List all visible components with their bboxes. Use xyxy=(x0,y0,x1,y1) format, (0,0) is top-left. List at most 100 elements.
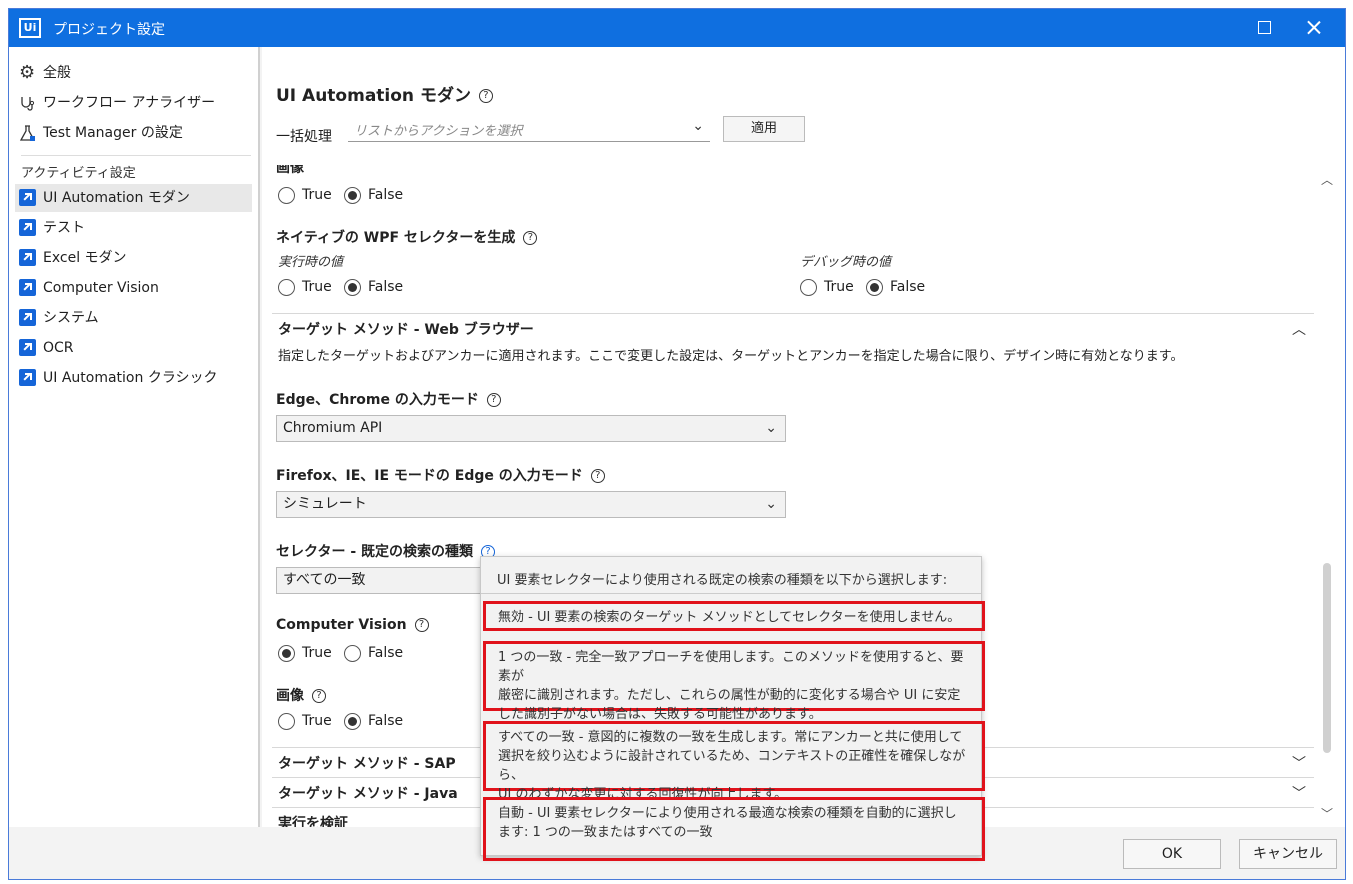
divider xyxy=(272,313,1314,314)
cv-true-radio[interactable]: True xyxy=(278,643,332,663)
bulk-action-select[interactable]: リストからアクションを選択 ⌄ xyxy=(348,116,710,142)
sidebar-item-workflow-analyzer[interactable]: ワークフロー アナライザー xyxy=(15,89,252,117)
selector-search-type-tooltip: UI 要素セレクターにより使用される既定の検索の種類を以下から選択します: 無効… xyxy=(480,556,985,861)
bulk-action-label: 一括処理 xyxy=(276,129,332,145)
sidebar-item-general[interactable]: ⚙ 全般 xyxy=(15,59,252,87)
firefox-ie-input-select[interactable]: シミュレート ⌄ xyxy=(276,491,786,518)
sidebar-item-ui-automation-classic[interactable]: UI Automation クラシック xyxy=(15,364,252,392)
chevron-down-icon: ⌄ xyxy=(765,420,777,436)
wpf-debug-false-radio[interactable]: False xyxy=(866,277,925,297)
computer-vision-label: Computer Vision? xyxy=(276,617,429,633)
runtime-value-label: 実行時の値 xyxy=(278,255,344,270)
gear-icon: ⚙ xyxy=(19,62,36,83)
sidebar-item-label: Computer Vision xyxy=(43,280,159,296)
activity-icon xyxy=(19,279,36,296)
sidebar-item-label: UI Automation モダン xyxy=(43,190,190,206)
image-false-radio[interactable]: False xyxy=(344,711,403,731)
chevron-up-icon[interactable]: ︿ xyxy=(1292,319,1306,339)
uipath-logo-icon: Ui xyxy=(19,18,41,38)
tooltip-line: 自動 - UI 要素セレクターにより使用される最適な検索の種類を自動的に選択し xyxy=(498,806,957,821)
activity-icon xyxy=(19,219,36,236)
image-label: 画像? xyxy=(276,685,326,705)
wpf-runtime-true-radio[interactable]: True xyxy=(278,277,332,297)
wpf-debug-true-radio[interactable]: True xyxy=(800,277,854,297)
section-web-browser[interactable]: ターゲット メソッド - Web ブラウザー xyxy=(278,319,534,339)
flask-icon xyxy=(19,124,36,141)
chevron-down-icon: ⌄ xyxy=(765,496,777,512)
sidebar-item-label: Excel モダン xyxy=(43,250,127,266)
sidebar-item-label: 全般 xyxy=(43,65,71,81)
wpf-selector-label: ネイティブの WPF セレクターを生成? xyxy=(276,227,538,247)
image-true-radio[interactable]: True xyxy=(278,711,332,731)
settings-sidebar: ⚙ 全般 ワークフロー アナライザー Test Manager の設定 アクティ… xyxy=(9,47,260,827)
cv-false-radio[interactable]: False xyxy=(344,643,403,663)
tooltip-line: すべての一致 - 意図的に複数の一致を生成します。常にアンカーと共に使用して xyxy=(498,730,963,745)
tooltip-line: 厳密に識別されます。ただし、これらの属性が動的に変化する場合や UI に安定 xyxy=(498,688,961,703)
divider xyxy=(481,593,981,594)
bulk-action-placeholder: リストからアクションを選択 xyxy=(354,124,523,139)
scroll-up-icon[interactable]: ︿ xyxy=(1321,171,1333,188)
title-bar: Ui プロジェクト設定 xyxy=(9,9,1345,47)
sidebar-item-excel-modern[interactable]: Excel モダン xyxy=(15,244,252,272)
sidebar-item-label: OCR xyxy=(43,340,74,356)
sidebar-item-label: ワークフロー アナライザー xyxy=(43,95,216,111)
sidebar-item-system[interactable]: システム xyxy=(15,304,252,332)
chevron-down-icon[interactable]: ﹀ xyxy=(1292,783,1306,803)
help-icon[interactable]: ? xyxy=(478,89,493,103)
apply-button[interactable]: 適用 xyxy=(723,116,805,142)
section-verify-execution[interactable]: 実行を検証 xyxy=(278,813,348,827)
sidebar-item-ocr[interactable]: OCR xyxy=(15,334,252,362)
edge-chrome-input-label: Edge、Chrome の入力モード? xyxy=(276,389,501,409)
debug-value-label: デバッグ時の値 xyxy=(800,255,892,270)
edge-chrome-input-value: Chromium API xyxy=(283,420,383,436)
image-top-false-radio[interactable]: False xyxy=(344,185,403,205)
vertical-scrollbar[interactable]: ︿ ﹀ xyxy=(1319,165,1335,827)
selector-search-type-label: セレクター - 既定の検索の種類? xyxy=(276,541,495,561)
wpf-runtime-false-radio[interactable]: False xyxy=(344,277,403,297)
section-sap[interactable]: ターゲット メソッド - SAP xyxy=(278,753,456,773)
computer-vision-label-text: Computer Vision xyxy=(276,617,407,633)
scroll-down-icon[interactable]: ﹀ xyxy=(1321,805,1333,822)
image-label-text: 画像 xyxy=(276,688,304,704)
activity-icon xyxy=(19,339,36,356)
edge-chrome-input-label-text: Edge、Chrome の入力モード xyxy=(276,392,479,408)
sidebar-item-test-manager[interactable]: Test Manager の設定 xyxy=(15,119,252,147)
help-icon[interactable]: ? xyxy=(590,469,605,483)
activity-settings-heading: アクティビティ設定 xyxy=(21,155,251,181)
sidebar-item-computer-vision[interactable]: Computer Vision xyxy=(15,274,252,302)
page-title: UI Automation モダン? xyxy=(276,81,493,106)
ok-button[interactable]: OK xyxy=(1123,839,1221,869)
sidebar-item-label: Test Manager の設定 xyxy=(43,125,183,141)
edge-chrome-input-select[interactable]: Chromium API ⌄ xyxy=(276,415,786,442)
firefox-ie-input-label: Firefox、IE、IE モードの Edge の入力モード? xyxy=(276,465,605,485)
chevron-down-icon[interactable]: ﹀ xyxy=(1292,753,1306,773)
tooltip-line: ます: 1 つの一致またはすべての一致 xyxy=(498,825,713,840)
scrollbar-thumb[interactable] xyxy=(1323,563,1331,753)
help-icon[interactable]: ? xyxy=(312,689,326,703)
tooltip-option-all-matches: すべての一致 - 意図的に複数の一致を生成します。常にアンカーと共に使用して 選… xyxy=(483,721,985,802)
cancel-button[interactable]: キャンセル xyxy=(1239,839,1337,869)
wpf-selector-label-text: ネイティブの WPF セレクターを生成 xyxy=(276,230,516,246)
activity-icon xyxy=(19,189,36,206)
sidebar-item-label: システム xyxy=(43,310,99,326)
image-top-true-radio[interactable]: True xyxy=(278,185,332,205)
tooltip-line: 無効 - UI 要素の検索のターゲット メソッドとしてセレクターを使用しません。 xyxy=(498,610,961,625)
activity-icon xyxy=(19,249,36,266)
help-icon[interactable]: ? xyxy=(486,393,501,407)
tooltip-option-single-match: 1 つの一致 - 完全一致アプローチを使用します。このメソッドを使用すると、要素… xyxy=(483,641,985,722)
help-icon[interactable]: ? xyxy=(414,618,429,632)
sidebar-item-test[interactable]: テスト xyxy=(15,214,252,242)
firefox-ie-input-label-text: Firefox、IE、IE モードの Edge の入力モード xyxy=(276,468,583,484)
tooltip-line: 1 つの一致 - 完全一致アプローチを使用します。このメソッドを使用すると、要素… xyxy=(498,650,964,684)
sidebar-item-ui-automation-modern[interactable]: UI Automation モダン xyxy=(15,184,252,212)
section-java[interactable]: ターゲット メソッド - Java xyxy=(278,783,458,803)
help-icon[interactable]: ? xyxy=(523,231,538,245)
maximize-button[interactable] xyxy=(1241,13,1287,43)
tooltip-option-disabled: 無効 - UI 要素の検索のターゲット メソッドとしてセレクターを使用しません。 xyxy=(483,601,985,631)
close-button[interactable] xyxy=(1291,13,1337,43)
activity-icon xyxy=(19,369,36,386)
tooltip-line: 選択を絞り込むように設計されているため、コンテキストの正確性を確保しながら、 xyxy=(498,749,966,783)
activity-icon xyxy=(19,309,36,326)
sidebar-item-label: UI Automation クラシック xyxy=(43,370,218,386)
sidebar-item-label: テスト xyxy=(43,220,85,236)
